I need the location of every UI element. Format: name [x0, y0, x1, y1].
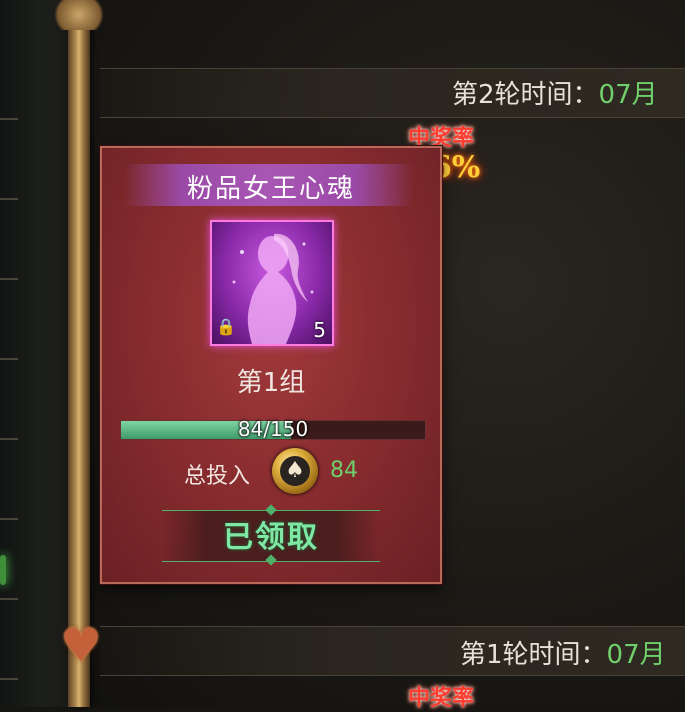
card-title: 粉品女王心魂 — [186, 174, 355, 204]
side-tick — [0, 358, 18, 360]
round-1-time-value: 07月 — [606, 640, 666, 670]
lock-icon: 🔒 — [216, 317, 236, 336]
side-tab-glow[interactable] — [0, 555, 6, 585]
group-label: 第1组 — [236, 368, 306, 398]
side-tick — [0, 278, 18, 280]
side-tick — [0, 438, 18, 440]
total-invest-label: 总投入 — [184, 464, 251, 489]
left-panel — [0, 0, 70, 707]
round-2-time-label: 第2轮时间： — [452, 80, 599, 110]
heart-icon: ♥ — [60, 618, 102, 672]
progress-text: 84/150 — [237, 417, 309, 441]
round-1-time-label: 第1轮时间： — [460, 640, 607, 670]
item-count: 5 — [313, 318, 326, 342]
progress-bar: 84/150 — [120, 417, 426, 441]
side-tick — [0, 598, 18, 600]
win-rate-label-2: 中奖率 — [408, 685, 475, 711]
side-tick — [0, 198, 18, 200]
round-1-time: 第1轮时间：07月 — [460, 634, 666, 671]
round-2-time-value: 07月 — [598, 80, 658, 110]
reward-card: 粉品女王心魂 🔒 5 第1组 84/150 总投入 ♠ 84 已领取 — [100, 146, 442, 584]
side-tick — [0, 118, 18, 120]
total-invest-value: 84 — [330, 458, 358, 483]
side-tick — [0, 518, 18, 520]
claimed-button[interactable]: 已领取 — [102, 512, 440, 556]
side-tick — [0, 678, 18, 680]
round-2-time: 第2轮时间：07月 — [452, 74, 658, 111]
reward-item-slot[interactable]: 🔒 5 — [210, 220, 334, 346]
timeline-pillar — [68, 0, 90, 707]
spade-coin-icon: ♠ — [272, 448, 318, 494]
pillar-ornament — [54, 0, 104, 30]
